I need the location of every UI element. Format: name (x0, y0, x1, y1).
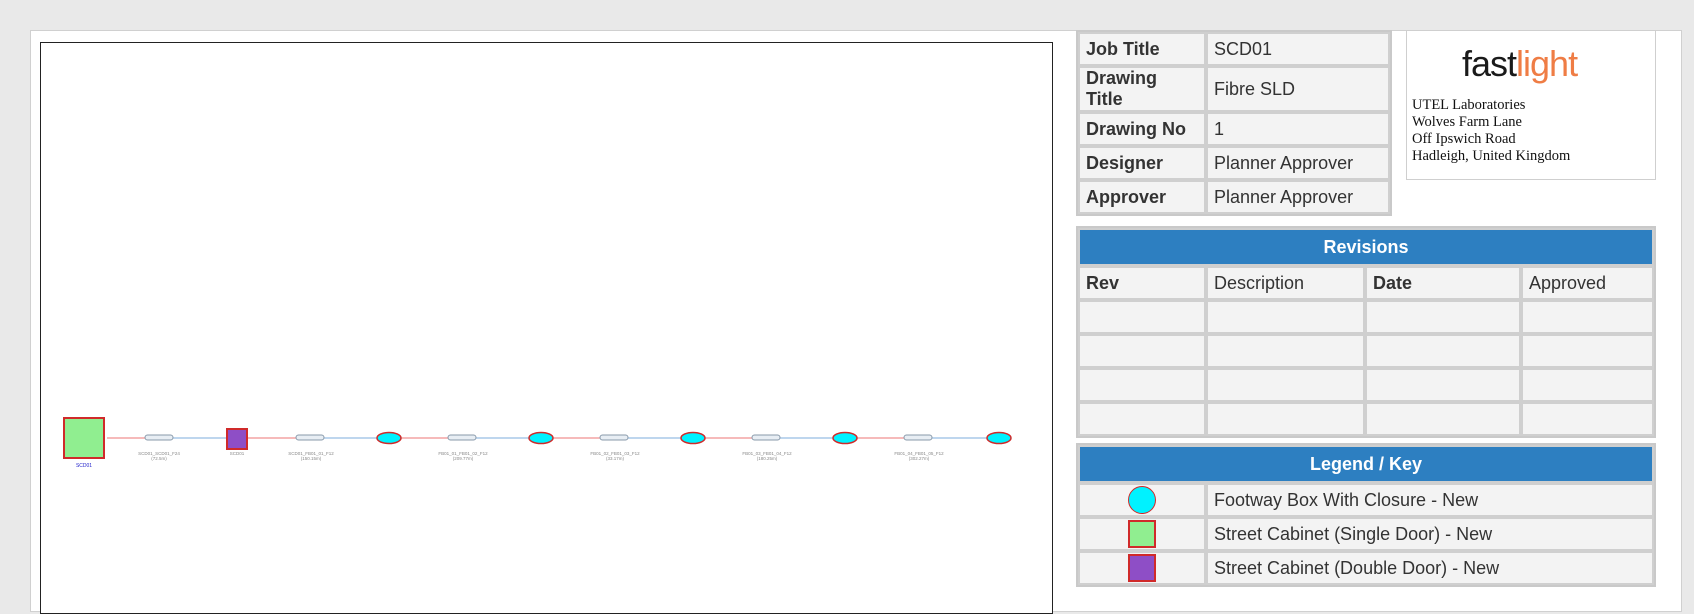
street-cabinet-double-icon (1128, 554, 1156, 582)
logo-text-fast: fast (1462, 43, 1517, 84)
cable-sublabel: (209.77m) (453, 456, 474, 461)
street-cabinet-single-node[interactable] (63, 417, 105, 459)
logo-text-light: light (1516, 43, 1578, 84)
company-logo-box: fastlight UTEL Laboratories Wolves Farm … (1406, 30, 1656, 180)
table-cell (1365, 368, 1521, 402)
legend-symbol-cell (1078, 517, 1206, 551)
legend-symbol-cell (1078, 483, 1206, 517)
table-cell (1521, 402, 1654, 436)
field-value: SCD01 (1206, 32, 1390, 66)
revisions-title: Revisions (1078, 228, 1654, 266)
field-label: Drawing Title (1078, 66, 1206, 112)
table-cell (1078, 334, 1206, 368)
field-label: Approver (1078, 180, 1206, 214)
legend-table: Legend / Key Footway Box With Closure - … (1076, 443, 1656, 587)
cable-joint-icon (144, 434, 174, 441)
revisions-table: Revisions Rev Description Date Approved (1076, 226, 1656, 438)
table-cell (1078, 368, 1206, 402)
address-line: Hadleigh, United Kingdom (1412, 148, 1571, 164)
column-header: Date (1365, 266, 1521, 300)
footway-box-node[interactable] (376, 431, 402, 445)
legend-title: Legend / Key (1078, 445, 1654, 483)
table-row (1078, 402, 1654, 436)
company-address: UTEL Laboratories Wolves Farm Lane Off I… (1412, 97, 1570, 165)
table-header-row: Rev Description Date Approved (1078, 266, 1654, 300)
cable-sublabel: (33.17m) (606, 456, 625, 461)
footway-box-node[interactable] (986, 431, 1012, 445)
legend-label: Street Cabinet (Double Door) - New (1206, 551, 1654, 585)
cable-joint-icon (751, 434, 781, 441)
legend-label: Street Cabinet (Single Door) - New (1206, 517, 1654, 551)
table-cell (1521, 300, 1654, 334)
field-label: Job Title (1078, 32, 1206, 66)
company-logo: fastlight (1462, 43, 1578, 85)
node-label: SCD01 (76, 463, 92, 469)
table-cell (1206, 368, 1365, 402)
table-cell (1521, 368, 1654, 402)
table-row (1078, 334, 1654, 368)
legend-row: Street Cabinet (Single Door) - New (1078, 517, 1654, 551)
table-cell (1365, 300, 1521, 334)
street-cabinet-single-icon (1128, 520, 1156, 548)
cable-joint-icon (599, 434, 629, 441)
table-row: Approver Planner Approver (1078, 180, 1390, 214)
table-row: Designer Planner Approver (1078, 146, 1390, 180)
table-cell (1521, 334, 1654, 368)
cable-sublabel: (72.5m) (151, 456, 167, 461)
footway-box-node[interactable] (832, 431, 858, 445)
table-cell (1365, 402, 1521, 436)
column-header: Approved (1521, 266, 1654, 300)
field-label: Drawing No (1078, 112, 1206, 146)
field-value: Fibre SLD (1206, 66, 1390, 112)
table-row (1078, 368, 1654, 402)
cable-joint-icon (903, 434, 933, 441)
legend-label: Footway Box With Closure - New (1206, 483, 1654, 517)
cable-label: SCD01 (230, 451, 245, 456)
legend-row: Footway Box With Closure - New (1078, 483, 1654, 517)
table-row: Job Title SCD01 (1078, 32, 1390, 66)
table-row (1078, 300, 1654, 334)
footway-box-node[interactable] (680, 431, 706, 445)
table-row: Drawing No 1 (1078, 112, 1390, 146)
table-cell (1206, 402, 1365, 436)
single-line-diagram: SCD01 SCD01_SCD01_F24 (72.5m) SCD01 SCD0… (63, 417, 1012, 469)
cable-sublabel: (302.27m) (909, 456, 930, 461)
table-cell (1206, 300, 1365, 334)
address-line: Off Ipswich Road (1412, 131, 1516, 147)
column-header: Description (1206, 266, 1365, 300)
title-block-table: Job Title SCD01 Drawing Title Fibre SLD … (1076, 30, 1392, 216)
cable-sublabel: (150.15m) (301, 456, 322, 461)
table-cell (1206, 334, 1365, 368)
field-value: 1 (1206, 112, 1390, 146)
address-line: Wolves Farm Lane (1412, 114, 1522, 130)
footway-box-icon (1128, 486, 1156, 514)
legend-symbol-cell (1078, 551, 1206, 585)
drawing-frame: SCD01 SCD01_SCD01_F24 (72.5m) SCD01 SCD0… (40, 42, 1053, 614)
cable-joint-icon (295, 434, 325, 441)
cable-sublabel: (180.25m) (757, 456, 778, 461)
column-header: Rev (1078, 266, 1206, 300)
address-line: UTEL Laboratories (1412, 97, 1526, 113)
table-row: Drawing Title Fibre SLD (1078, 66, 1390, 112)
footway-box-node[interactable] (528, 431, 554, 445)
table-cell (1078, 402, 1206, 436)
field-value: Planner Approver (1206, 180, 1390, 214)
table-cell (1365, 334, 1521, 368)
legend-row: Street Cabinet (Double Door) - New (1078, 551, 1654, 585)
field-value: Planner Approver (1206, 146, 1390, 180)
table-cell (1078, 300, 1206, 334)
cable-joint-icon (447, 434, 477, 441)
field-label: Designer (1078, 146, 1206, 180)
street-cabinet-double-node[interactable] (226, 428, 248, 450)
